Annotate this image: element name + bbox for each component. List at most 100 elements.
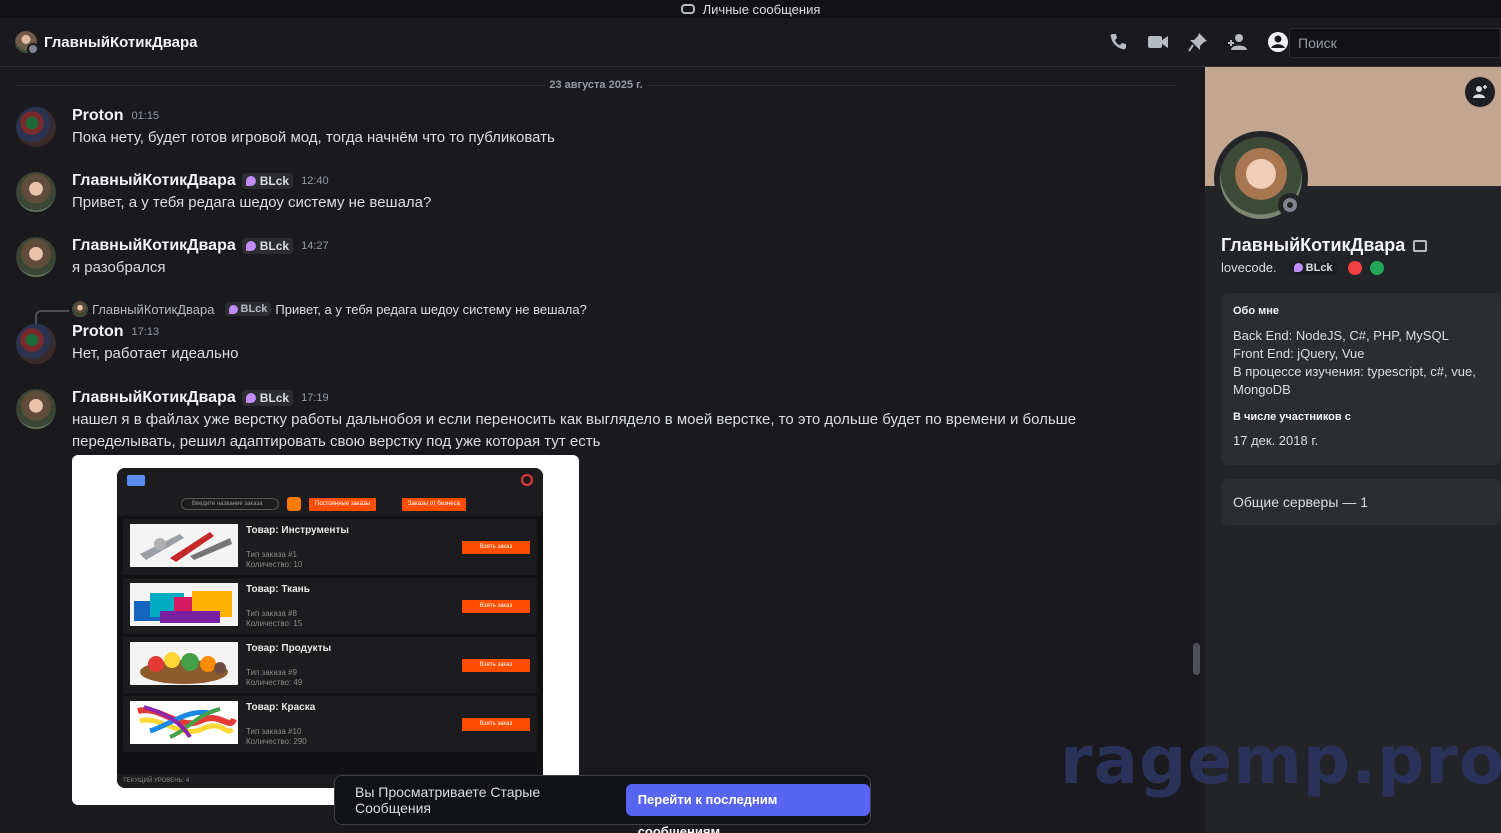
food-image: [130, 642, 238, 685]
order-row: Товар: Продукты Тип заказа #9 Количество…: [123, 637, 537, 693]
message-item[interactable]: ГлавныйКотикДвара BLck 17:19 нашел я в ф…: [0, 389, 1180, 809]
flame-icon: [245, 393, 256, 403]
window-title: Личные сообщения: [702, 1, 821, 17]
message-author[interactable]: ГлавныйКотикДвара: [72, 237, 236, 255]
message-header: ГлавныйКотикДвара BLck 14:27: [72, 237, 329, 255]
app-topbar: [117, 468, 543, 492]
user-profile-panel: ГлавныйКотикДвара lovecode. BLck Обо мне…: [1205, 67, 1501, 833]
order-type: Тип заказа #10: [246, 727, 302, 736]
reply-author[interactable]: ГлавныйКотикДвара: [92, 302, 215, 317]
take-order-button: Взять заказ: [462, 541, 530, 554]
order-quantity: Количество: 290: [246, 737, 307, 746]
status-indicator: [1278, 193, 1302, 217]
message-text: Пока нету, будет готов игровой мод, тогд…: [72, 129, 555, 146]
message-header: ГлавныйКотикДвара BLck 17:19: [72, 389, 329, 407]
date-divider: 23 августа 2025 г.: [16, 77, 1176, 93]
attachment-app-screenshot: Введите название заказа Постоянные заказ…: [117, 468, 543, 788]
reply-server-tag-label: BLck: [240, 303, 268, 315]
message-timestamp: 17:19: [301, 392, 329, 404]
jump-to-present-button[interactable]: Перейти к последним сообщениям: [625, 784, 870, 833]
user-profile-toggle-icon[interactable]: [1267, 31, 1289, 53]
message-text: нашел я в файлах уже верстку работы даль…: [72, 411, 1077, 450]
message-author[interactable]: Proton: [72, 323, 124, 341]
server-tag-label: BLck: [259, 174, 290, 188]
flame-icon: [245, 176, 256, 186]
take-order-button: Взять заказ: [462, 718, 530, 731]
profile-server-tag-label: BLck: [1305, 261, 1333, 274]
member-since-date: 17 дек. 2018 г.: [1233, 433, 1319, 448]
avatar[interactable]: [16, 389, 56, 429]
app-search-field: Введите название заказа: [181, 498, 279, 510]
avatar[interactable]: [16, 107, 56, 147]
order-type: Тип заказа #8: [246, 609, 297, 618]
reply-server-tag: BLck: [224, 302, 272, 316]
message-author[interactable]: ГлавныйКотикДвара: [72, 389, 236, 407]
avatar[interactable]: [16, 237, 56, 277]
add-friend-icon: [1473, 85, 1487, 98]
reply-text[interactable]: Привет, а у тебя редага шедоу систему не…: [275, 302, 586, 317]
server-tag-label: BLck: [259, 239, 290, 253]
message-author[interactable]: ГлавныйКотикДвара: [72, 172, 236, 190]
chat-scrollbar-thumb[interactable]: [1193, 643, 1200, 675]
message-timestamp: 14:27: [301, 240, 329, 252]
date-divider-text: 23 августа 2025 г.: [549, 79, 643, 91]
chat-area: 23 августа 2025 г. Proton 01:15 Пока нет…: [0, 67, 1190, 833]
tools-image: [130, 524, 238, 567]
server-tag[interactable]: BLck: [241, 238, 294, 254]
profile-username[interactable]: lovecode.: [1221, 260, 1277, 275]
take-order-button: Взять заказ: [462, 600, 530, 613]
old-messages-text: Вы Просматриваете Старые Сообщения: [355, 784, 541, 816]
profile-avatar[interactable]: [1214, 131, 1308, 225]
order-type: Тип заказа #1: [246, 550, 297, 559]
app-business-orders-button: Заказы от бизнеса: [402, 497, 466, 511]
add-friends-to-dm-icon[interactable]: [1227, 31, 1249, 53]
flame-icon: [228, 304, 238, 314]
message-timestamp: 17:13: [131, 326, 160, 338]
about-me-line: Back End: NodeJS, C#, PHP, MySQL: [1233, 328, 1449, 343]
profile-display-name: ГлавныйКотикДвара: [1221, 235, 1428, 256]
about-me-heading: Обо мне: [1233, 305, 1280, 317]
reply-preview[interactable]: ГлавныйКотикДвара BLck Привет, а у тебя …: [35, 301, 587, 324]
header-avatar[interactable]: [15, 31, 39, 55]
channel-header: ГлавныйКотикДвара: [0, 18, 1501, 67]
order-quantity: Количество: 49: [246, 678, 303, 687]
add-friend-button[interactable]: [1465, 77, 1495, 107]
app-permanent-orders-button: Постоянные заказы: [309, 497, 377, 511]
message-timestamp: 12:40: [301, 175, 329, 187]
reply-spine: [35, 310, 69, 324]
header-toolbar: [1107, 31, 1289, 53]
order-row: Товар: Инструменты Тип заказа #1 Количес…: [123, 519, 537, 575]
app-filterbar: Введите название заказа Постоянные заказ…: [117, 492, 543, 516]
badge-icon-heart[interactable]: [1347, 260, 1362, 275]
search-input[interactable]: [1289, 28, 1501, 58]
profile-username-row: lovecode. BLck: [1221, 260, 1384, 275]
profile-server-tag[interactable]: BLck: [1288, 260, 1338, 275]
server-tag[interactable]: BLck: [241, 173, 294, 189]
message-text: Привет, а у тебя редага шедоу систему не…: [72, 194, 432, 211]
avatar[interactable]: [16, 324, 56, 364]
member-since-heading: В числе участников с: [1233, 411, 1351, 423]
about-me-text: Back End: NodeJS, C#, PHP, MySQL Front E…: [1233, 327, 1489, 399]
message-author[interactable]: Proton: [72, 107, 124, 125]
order-title: Товар: Краска: [246, 702, 316, 713]
avatar[interactable]: [16, 172, 56, 212]
pin-icon[interactable]: [1187, 31, 1209, 53]
video-call-icon[interactable]: [1147, 31, 1169, 53]
voice-call-icon[interactable]: [1107, 31, 1129, 53]
header-username[interactable]: ГлавныйКотикДвара: [44, 34, 198, 51]
server-tag[interactable]: BLck: [241, 390, 294, 406]
image-attachment[interactable]: Введите название заказа Постоянные заказ…: [72, 455, 579, 805]
mutual-servers-button[interactable]: Общие серверы — 1: [1221, 479, 1501, 525]
about-me-card: Обо мне Back End: NodeJS, C#, PHP, MySQL…: [1221, 293, 1501, 465]
badge-icon-hashtag[interactable]: [1369, 260, 1384, 275]
reply-avatar: [72, 301, 88, 317]
message-header: Proton 01:15: [72, 107, 159, 125]
old-messages-bar: Вы Просматриваете Старые Сообщения Перей…: [334, 775, 871, 833]
flame-icon: [245, 241, 256, 251]
profile-display-name-text: ГлавныйКотикДвара: [1221, 235, 1406, 255]
message-header: Proton 17:13: [72, 323, 159, 341]
note-icon[interactable]: [1413, 239, 1428, 252]
message-text: Нет, работает идеально: [72, 345, 239, 362]
watermark: ragemp.pro: [1060, 722, 1501, 799]
order-title: Товар: Ткань: [246, 584, 310, 595]
